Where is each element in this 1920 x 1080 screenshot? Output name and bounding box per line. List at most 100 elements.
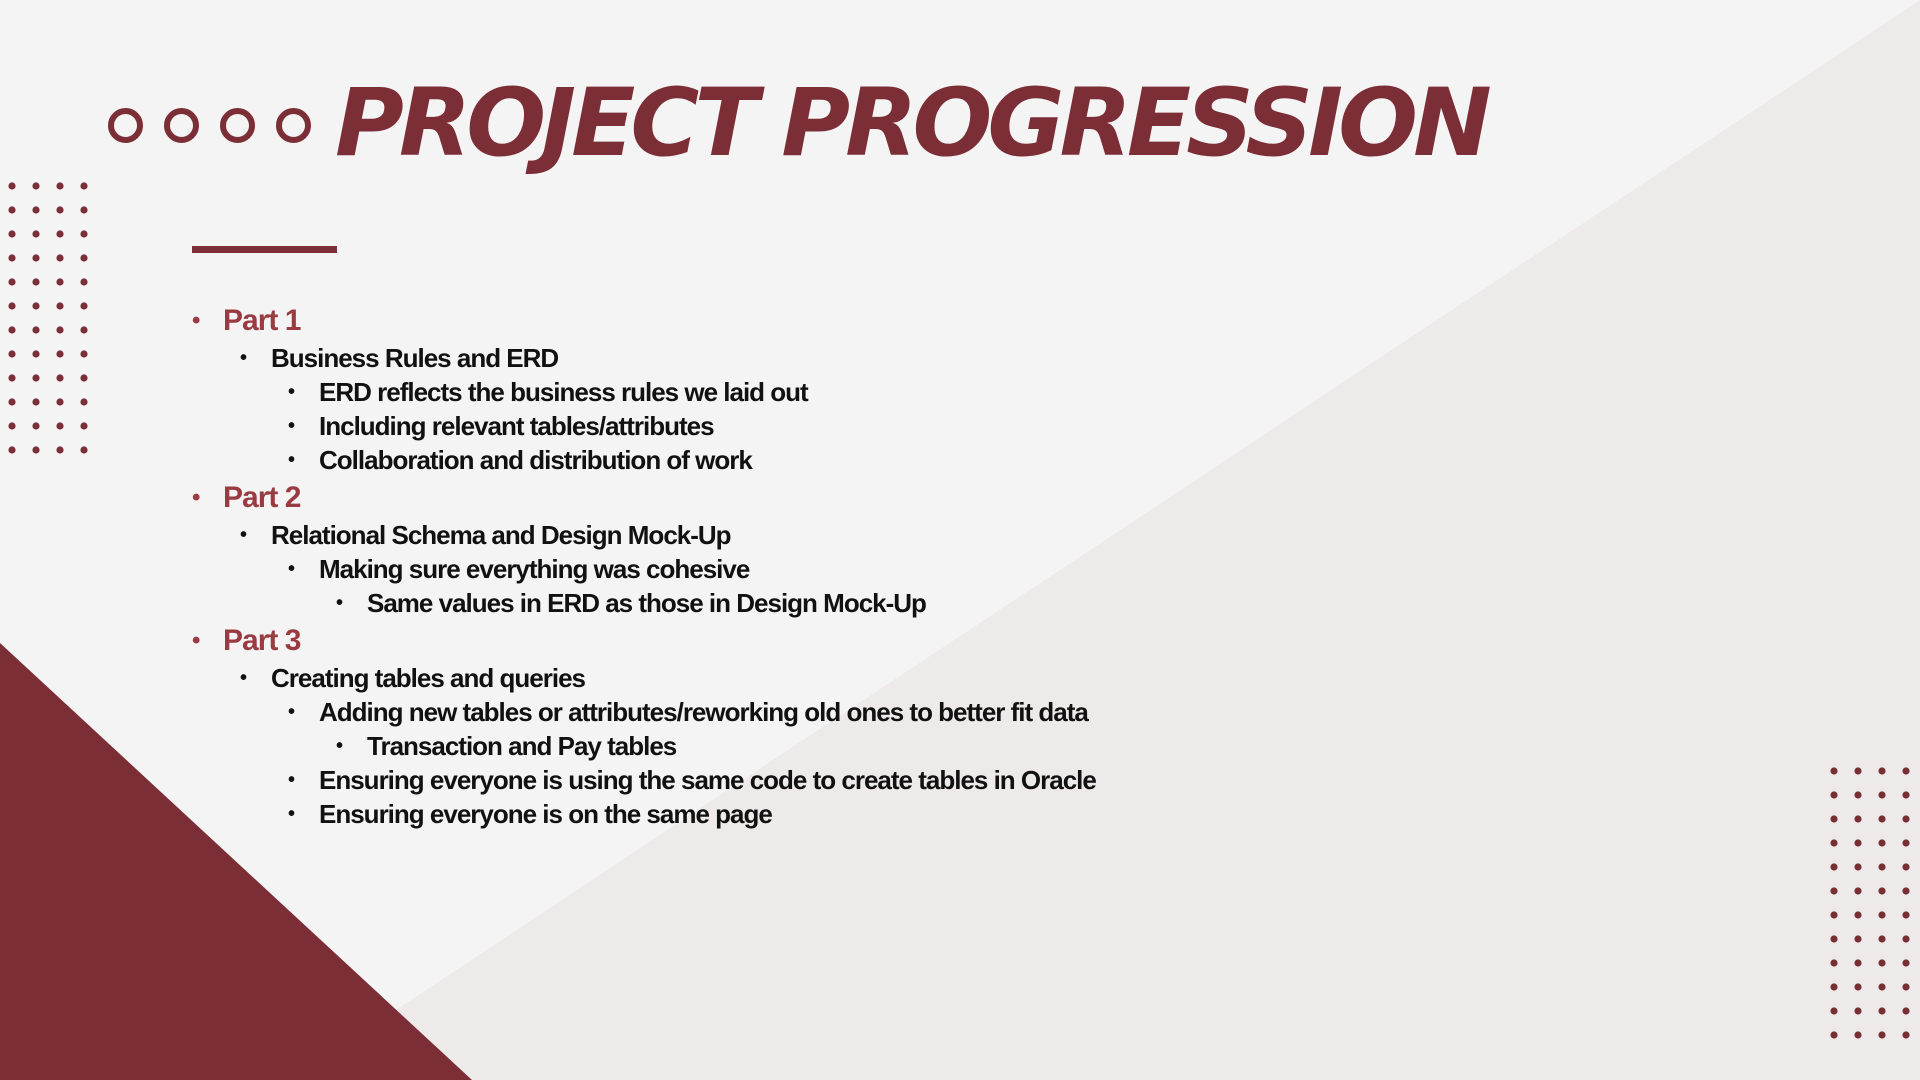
decorative-dot — [32, 230, 40, 238]
decorative-dot — [1854, 1007, 1862, 1015]
decorative-dot — [56, 230, 64, 238]
outline-item-level-0: Part 2 — [192, 477, 1692, 518]
decorative-dot — [1854, 959, 1862, 967]
outline-item-level-2: Including relevant tables/attributes — [192, 409, 1692, 443]
decorative-dot — [1902, 1007, 1910, 1015]
decorative-dot — [1830, 767, 1838, 775]
outline-item-level-3: Transaction and Pay tables — [192, 729, 1692, 763]
decorative-dot — [1830, 1007, 1838, 1015]
decorative-dot — [1878, 1007, 1886, 1015]
ring-icon — [164, 108, 199, 143]
decorative-dot — [32, 374, 40, 382]
decorative-dot — [1902, 767, 1910, 775]
decorative-dot — [56, 326, 64, 334]
decorative-dot — [1878, 839, 1886, 847]
decorative-dot — [1902, 887, 1910, 895]
outline-item-level-2: Collaboration and distribution of work — [192, 443, 1692, 477]
outline-item-level-2: ERD reflects the business rules we laid … — [192, 375, 1692, 409]
decorative-dot — [56, 278, 64, 286]
outline-item-level-1: Relational Schema and Design Mock-Up — [192, 518, 1692, 552]
decorative-dot — [1902, 1031, 1910, 1039]
decorative-dot — [56, 350, 64, 358]
decorative-dot — [80, 302, 88, 310]
decorative-dot — [32, 326, 40, 334]
decorative-dot — [56, 182, 64, 190]
decorative-dot — [8, 398, 16, 406]
ring-icon — [276, 108, 311, 143]
decorative-dot — [1830, 935, 1838, 943]
decorative-dot — [32, 182, 40, 190]
slide: PROJECT PROGRESSION Part 1Business Rules… — [0, 0, 1920, 1080]
decorative-dot — [1830, 911, 1838, 919]
decorative-dot — [32, 254, 40, 262]
decorative-dot — [32, 206, 40, 214]
decorative-dot — [1878, 863, 1886, 871]
decorative-dot — [1830, 983, 1838, 991]
decorative-dot — [56, 422, 64, 430]
decorative-dot — [1854, 911, 1862, 919]
decorative-dot — [80, 446, 88, 454]
decorative-dot — [1878, 1031, 1886, 1039]
decorative-dot — [56, 446, 64, 454]
decorative-dot — [1830, 815, 1838, 823]
decorative-dot — [1830, 839, 1838, 847]
decorative-dot — [8, 422, 16, 430]
decorative-dot — [1878, 911, 1886, 919]
decorative-dot — [1830, 1031, 1838, 1039]
decorative-dot — [1902, 839, 1910, 847]
outline-item-level-2: Ensuring everyone is using the same code… — [192, 763, 1692, 797]
decorative-dot — [1902, 935, 1910, 943]
decorative-rings — [108, 108, 311, 143]
outline-item-level-2: Making sure everything was cohesive — [192, 552, 1692, 586]
bullet-outline: Part 1Business Rules and ERDERD reflects… — [192, 300, 1692, 831]
decorative-dot — [1854, 791, 1862, 799]
decorative-dot — [32, 398, 40, 406]
decorative-dot — [1878, 767, 1886, 775]
decorative-dot — [1902, 791, 1910, 799]
outline-item-level-0: Part 1 — [192, 300, 1692, 341]
decorative-dot — [32, 350, 40, 358]
decorative-dot — [56, 302, 64, 310]
decorative-dot — [8, 374, 16, 382]
decorative-dot — [1878, 815, 1886, 823]
decorative-dot — [32, 278, 40, 286]
decorative-dot — [8, 230, 16, 238]
decorative-dot — [1902, 863, 1910, 871]
decorative-dot — [1878, 959, 1886, 967]
decorative-dot — [1854, 767, 1862, 775]
decorative-dot — [32, 446, 40, 454]
decorative-dot — [80, 254, 88, 262]
decorative-dot — [1878, 791, 1886, 799]
decorative-dot — [1854, 863, 1862, 871]
dot-grid-left — [8, 182, 88, 454]
outline-item-level-2: Ensuring everyone is on the same page — [192, 797, 1692, 831]
decorative-dot — [80, 206, 88, 214]
decorative-dot — [56, 254, 64, 262]
decorative-dot — [56, 374, 64, 382]
decorative-dot — [1878, 887, 1886, 895]
decorative-dot — [80, 374, 88, 382]
decorative-dot — [8, 326, 16, 334]
decorative-dot — [1854, 935, 1862, 943]
decorative-dot — [1830, 887, 1838, 895]
decorative-dot — [8, 350, 16, 358]
decorative-dot — [1878, 983, 1886, 991]
decorative-dot — [8, 254, 16, 262]
outline-item-level-1: Business Rules and ERD — [192, 341, 1692, 375]
decorative-dot — [1854, 887, 1862, 895]
decorative-dot — [8, 206, 16, 214]
outline-item-level-0: Part 3 — [192, 620, 1692, 661]
decorative-dot — [1854, 983, 1862, 991]
decorative-dot — [8, 446, 16, 454]
ring-icon — [220, 108, 255, 143]
decorative-dot — [8, 278, 16, 286]
decorative-dot — [8, 302, 16, 310]
outline-item-level-3: Same values in ERD as those in Design Mo… — [192, 586, 1692, 620]
decorative-dot — [1902, 959, 1910, 967]
decorative-dot — [1830, 959, 1838, 967]
decorative-dot — [1854, 839, 1862, 847]
title-underline — [192, 246, 337, 253]
decorative-dot — [80, 182, 88, 190]
decorative-dot — [1902, 815, 1910, 823]
outline-item-level-1: Creating tables and queries — [192, 661, 1692, 695]
